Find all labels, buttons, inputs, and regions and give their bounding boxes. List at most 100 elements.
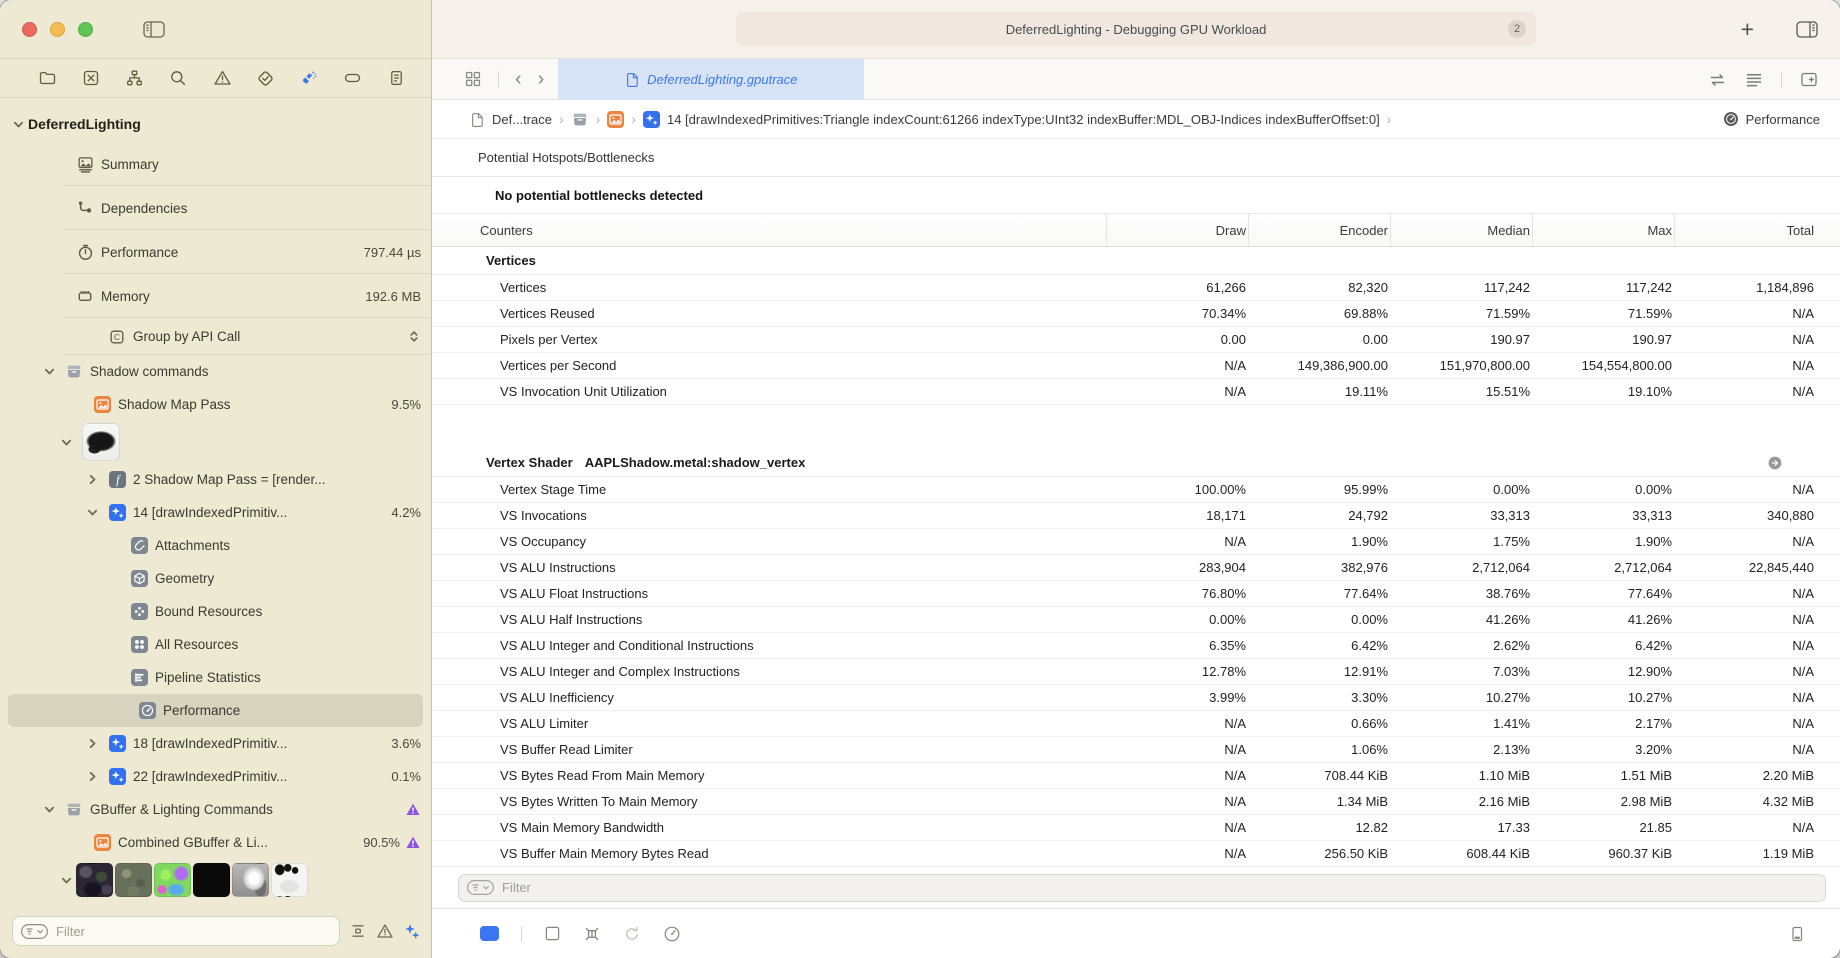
sidebar-item-pipeline-statistics[interactable]: Pipeline Statistics xyxy=(0,661,431,694)
sidebar-filter-field[interactable] xyxy=(12,916,340,946)
sidebar-filter-input[interactable] xyxy=(54,923,331,940)
table-row-vs-alu-float-instructions[interactable]: VS ALU Float Instructions76.80%77.64%38.… xyxy=(432,581,1840,607)
sidebar-item-summary[interactable]: Summary xyxy=(0,142,431,186)
search-icon[interactable] xyxy=(169,69,188,88)
tab-overview-icon[interactable] xyxy=(464,70,482,88)
chevron-right-icon[interactable] xyxy=(82,771,102,782)
column-header-counters[interactable]: Counters xyxy=(480,214,1106,246)
table-row-vs-buffer-read-limiter[interactable]: VS Buffer Read LimiterN/A1.06%2.13%3.20%… xyxy=(432,737,1840,763)
counters-filter-field[interactable] xyxy=(458,874,1826,902)
sidebar-item-combined-gbuffer-li[interactable]: Combined GBuffer & Li...90.5% xyxy=(0,826,431,859)
hierarchy-icon[interactable] xyxy=(125,69,144,88)
table-row-vs-alu-instructions[interactable]: VS ALU Instructions283,904382,9762,712,0… xyxy=(432,555,1840,581)
table-row-vs-alu-integer-and-conditional-instructions[interactable]: VS ALU Integer and Conditional Instructi… xyxy=(432,633,1840,659)
add-editor-icon[interactable] xyxy=(1800,71,1818,88)
capture-frame-icon[interactable] xyxy=(82,69,101,88)
counters-filter-input[interactable] xyxy=(500,879,1817,896)
chevron-down-icon[interactable] xyxy=(56,875,76,886)
breadcrumb-item[interactable] xyxy=(571,111,589,128)
table-row-vs-main-memory-bandwidth[interactable]: VS Main Memory BandwidthN/A12.8217.3321.… xyxy=(432,815,1840,841)
report-icon[interactable] xyxy=(387,69,406,88)
sidebar-item-group-by-api-call[interactable]: CGroup by API Call xyxy=(0,318,431,355)
sidebar-item-deferredlighting[interactable]: DeferredLighting xyxy=(0,106,431,142)
sidebar-item-14-drawindexedprimitiv[interactable]: 14 [drawIndexedPrimitiv...4.2% xyxy=(0,496,431,529)
tab-deferredlighting-gputrace[interactable]: DeferredLighting.gputrace xyxy=(558,59,864,100)
warning-filter-icon[interactable] xyxy=(376,922,394,940)
tests-icon[interactable] xyxy=(256,69,275,88)
chevron-down-icon[interactable] xyxy=(39,366,59,377)
sidebar-item-dependencies[interactable]: Dependencies xyxy=(0,186,431,230)
sidebar-item-performance[interactable]: Performance797.44 µs xyxy=(0,230,431,274)
table-row-vs-buffer-main-memory-bytes-read[interactable]: VS Buffer Main Memory Bytes ReadN/A256.5… xyxy=(432,841,1840,867)
zoom-button[interactable] xyxy=(78,22,93,37)
spray-icon[interactable] xyxy=(300,69,319,88)
sidebar-item-2-shadow-map-pass-render[interactable]: f2 Shadow Map Pass = [render... xyxy=(0,463,431,496)
shader-debugger-icon[interactable] xyxy=(583,925,601,943)
column-header-encoder[interactable]: Encoder xyxy=(1248,214,1390,246)
table-row-vs-alu-half-instructions[interactable]: VS ALU Half Instructions0.00%0.00%41.26%… xyxy=(432,607,1840,633)
table-row-pixels-per-vertex[interactable]: Pixels per Vertex0.000.00190.97190.97N/A xyxy=(432,327,1840,353)
minimize-button[interactable] xyxy=(50,22,65,37)
hotspots-section-header[interactable]: Potential Hotspots/Bottlenecks xyxy=(432,139,1840,177)
warning-icon[interactable] xyxy=(405,835,421,851)
sidebar-item-gbuffer-lighting-commands[interactable]: GBuffer & Lighting Commands xyxy=(0,793,431,826)
column-header-draw[interactable]: Draw xyxy=(1106,214,1248,246)
breadcrumb-item-performance[interactable]: Performance xyxy=(1723,111,1820,127)
attachment-thumbnail[interactable] xyxy=(154,863,191,897)
chevron-right-icon[interactable] xyxy=(82,738,102,749)
table-row-vs-occupancy[interactable]: VS OccupancyN/A1.90%1.75%1.90%N/A xyxy=(432,529,1840,555)
breadcrumb-item-def-trace[interactable]: Def...trace xyxy=(470,112,552,127)
sidebar-item-attachments[interactable]: Attachments xyxy=(0,529,431,562)
add-tab-icon[interactable]: + xyxy=(1741,18,1754,41)
swap-icon[interactable] xyxy=(1708,72,1727,88)
column-header-max[interactable]: Max xyxy=(1532,214,1674,246)
attachment-thumbnail[interactable] xyxy=(115,863,152,897)
sidebar-item-memory[interactable]: Memory192.6 MB xyxy=(0,274,431,318)
frame-capture-icon[interactable] xyxy=(544,925,561,942)
render-pass-thumbnail[interactable] xyxy=(82,423,120,461)
attachment-thumbnail[interactable] xyxy=(76,863,113,897)
table-row-vs-alu-limiter[interactable]: VS ALU LimiterN/A0.66%1.41%2.17%N/A xyxy=(432,711,1840,737)
table-row-vertices-reused[interactable]: Vertices Reused70.34%69.88%71.59%71.59%N… xyxy=(432,301,1840,327)
sidebar-item-performance[interactable]: Performance xyxy=(8,694,423,727)
table-row-vertices-per-second[interactable]: Vertices per SecondN/A149,386,900.00151,… xyxy=(432,353,1840,379)
chevron-down-icon[interactable] xyxy=(56,437,76,448)
tree-thumbnail-row[interactable] xyxy=(0,859,431,901)
chevron-down-icon[interactable] xyxy=(82,507,102,518)
folder-icon[interactable] xyxy=(38,69,57,88)
column-header-total[interactable]: Total xyxy=(1674,214,1816,246)
sidebar-toggle-icon[interactable] xyxy=(143,21,165,38)
wrap-lines-icon[interactable] xyxy=(1745,72,1763,88)
table-row-vs-bytes-written-to-main-memory[interactable]: VS Bytes Written To Main MemoryN/A1.34 M… xyxy=(432,789,1840,815)
jump-to-source-icon[interactable] xyxy=(1768,456,1782,470)
tree-thumbnail-row[interactable] xyxy=(0,421,431,463)
attachment-thumbnail[interactable] xyxy=(193,863,230,897)
table-row-vertices[interactable]: Vertices61,26682,320117,242117,2421,184,… xyxy=(432,275,1840,301)
sparkle-filter-icon[interactable] xyxy=(403,922,421,940)
filter-options-icon[interactable] xyxy=(467,880,494,895)
device-icon[interactable] xyxy=(1788,925,1806,943)
table-row-vs-invocation-unit-utilization[interactable]: VS Invocation Unit UtilizationN/A19.11%1… xyxy=(432,379,1840,405)
close-button[interactable] xyxy=(22,22,37,37)
table-row-vs-alu-inefficiency[interactable]: VS ALU Inefficiency3.99%3.30%10.27%10.27… xyxy=(432,685,1840,711)
back-chevron-icon[interactable]: ‹ xyxy=(515,69,522,89)
breadcrumb-item-14-drawindexedprimitives-triangle-indexcount-61266-indextype-uint32-indexbuffer-mdl-obj-indices-indexbufferoffset-0[interactable]: 14 [drawIndexedPrimitives:Triangle index… xyxy=(643,111,1380,128)
filter-options-icon[interactable] xyxy=(21,924,48,939)
sidebar-item-shadow-map-pass[interactable]: Shadow Map Pass9.5% xyxy=(0,388,431,421)
sidebar-item-18-drawindexedprimitiv[interactable]: 18 [drawIndexedPrimitiv...3.6% xyxy=(0,727,431,760)
chevron-down-icon[interactable] xyxy=(39,804,59,815)
capsule-icon[interactable] xyxy=(343,69,362,88)
flatten-icon[interactable] xyxy=(349,922,367,940)
attachment-thumbnail[interactable] xyxy=(232,863,269,897)
sidebar-item-22-drawindexedprimitiv[interactable]: 22 [drawIndexedPrimitiv...0.1% xyxy=(0,760,431,793)
sidebar-item-bound-resources[interactable]: Bound Resources xyxy=(0,595,431,628)
table-row-vs-invocations[interactable]: VS Invocations18,17124,79233,31333,31334… xyxy=(432,503,1840,529)
chevron-right-icon[interactable] xyxy=(82,474,102,485)
sidebar-item-all-resources[interactable]: All Resources xyxy=(0,628,431,661)
capture-gpu-button[interactable] xyxy=(480,926,499,941)
right-panel-toggle-icon[interactable] xyxy=(1796,21,1818,38)
chevron-down-icon[interactable] xyxy=(8,119,28,130)
sidebar-item-shadow-commands[interactable]: Shadow commands xyxy=(0,355,431,388)
table-row-vs-alu-integer-and-complex-instructions[interactable]: VS ALU Integer and Complex Instructions1… xyxy=(432,659,1840,685)
table-row-vs-bytes-read-from-main-memory[interactable]: VS Bytes Read From Main MemoryN/A708.44 … xyxy=(432,763,1840,789)
